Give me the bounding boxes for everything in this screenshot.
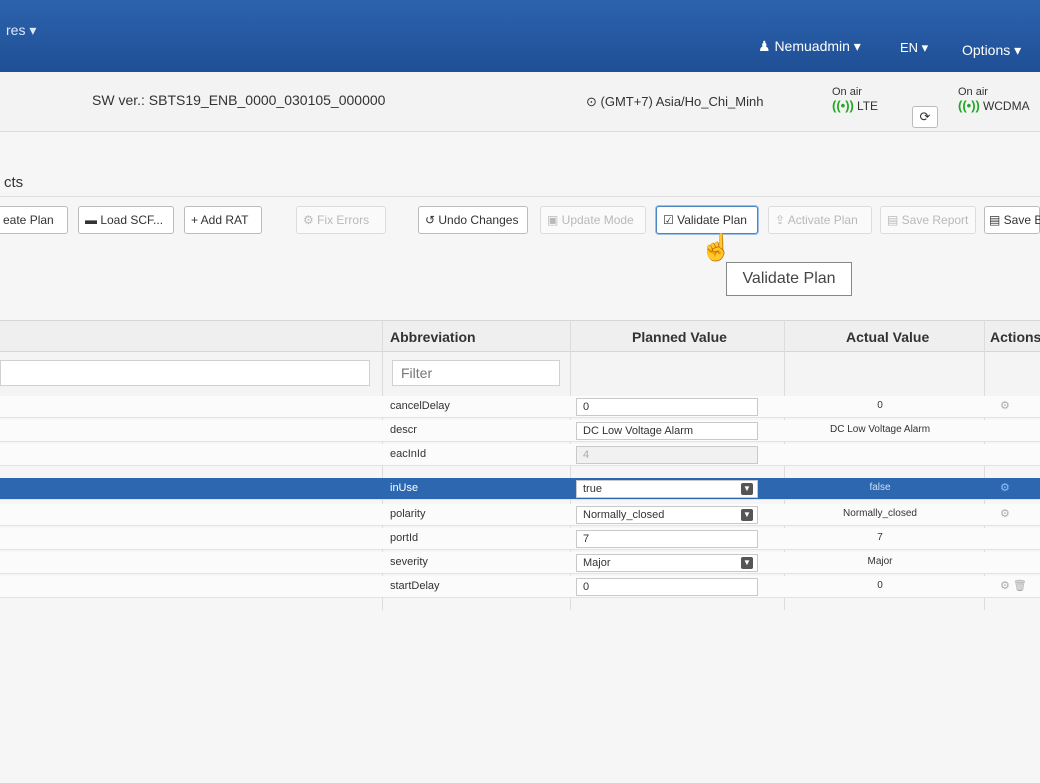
- table-row[interactable]: polarity Normally_closed ▼ Normally_closed ⚙: [0, 504, 1040, 526]
- lte-onair-label: On air: [832, 86, 862, 98]
- planned-value-input[interactable]: 0: [576, 398, 758, 416]
- filter-row: Filter: [0, 352, 1040, 402]
- actual-value: Major: [867, 556, 893, 567]
- table-row[interactable]: descr DC Low Voltage Alarm DC Low Voltage …: [0, 420, 1040, 442]
- table-row[interactable]: inUse true ▼ false ⚙: [0, 478, 1040, 500]
- user-menu[interactable]: ♟ Nemuadmin ▾: [758, 38, 861, 55]
- validate-plan-tooltip: Validate Plan: [726, 262, 852, 296]
- table-row[interactable]: eacInId 4: [0, 444, 1040, 466]
- load-scf-button[interactable]: ▬ Load SCF...: [78, 206, 174, 234]
- actual-value: 0: [877, 580, 883, 591]
- undo-changes-button[interactable]: ↺ Undo Changes: [418, 206, 528, 234]
- row-action-icons[interactable]: ⚙: [1000, 399, 1010, 412]
- row-action-icons[interactable]: ⚙ 🗑: [1000, 579, 1027, 592]
- header-abbreviation[interactable]: Abbreviation: [390, 329, 476, 345]
- lte-status: On air ((•)) LTE: [832, 86, 878, 113]
- row-action-icons[interactable]: ⚙: [1000, 507, 1010, 520]
- section-title: cts: [4, 174, 24, 191]
- sw-version: SW ver.: SBTS19_ENB_0000_030105_000000: [92, 92, 386, 108]
- table-row[interactable]: cancelDelay 0 0 ⚙: [0, 396, 1040, 418]
- row-abbreviation: polarity: [390, 508, 426, 520]
- header-actions: Actions: [990, 329, 1040, 345]
- planned-value-input: 4: [576, 446, 758, 464]
- save-report-button[interactable]: ▤ Save Report: [880, 206, 976, 234]
- row-abbreviation: cancelDelay: [390, 400, 450, 412]
- activate-plan-button[interactable]: ⇪ Activate Plan: [768, 206, 872, 234]
- dropdown-caret-icon[interactable]: ▼: [741, 509, 753, 521]
- actual-value: 0: [877, 400, 883, 411]
- row-abbreviation: portId: [390, 532, 419, 544]
- actual-value: Normally_closed: [843, 508, 917, 519]
- name-filter-input[interactable]: [0, 360, 370, 386]
- timezone: ⊙ (GMT+7) Asia/Ho_Chi_Minh: [586, 94, 764, 109]
- planned-value-input[interactable]: DC Low Voltage Alarm: [576, 422, 758, 440]
- row-abbreviation: eacInId: [390, 448, 427, 460]
- table-row[interactable]: startDelay 0 0 ⚙ 🗑: [0, 576, 1040, 598]
- row-action-icons[interactable]: ⚙: [1000, 481, 1010, 494]
- save-button[interactable]: ▤ Save B: [984, 206, 1040, 234]
- refresh-icon: ⟳: [919, 109, 931, 124]
- actual-value: 7: [877, 532, 883, 543]
- planned-value-text: 7: [583, 533, 590, 545]
- planned-value-text: 0: [583, 581, 590, 593]
- create-plan-button[interactable]: eate Plan: [0, 206, 68, 234]
- actual-value: DC Low Voltage Alarm: [829, 424, 931, 435]
- wcdma-onair-label: On air: [958, 86, 988, 98]
- planned-value-text: true: [583, 483, 602, 495]
- table-header: Abbreviation Planned Value Actual Value …: [0, 320, 1040, 352]
- row-abbreviation: inUse: [390, 482, 419, 494]
- planned-value-text: DC Low Voltage Alarm: [583, 425, 694, 437]
- top-navbar: res ▾ ♟ Nemuadmin ▾ EN ▾ Options ▾: [0, 0, 1040, 72]
- refresh-button[interactable]: ⟳: [912, 106, 938, 128]
- wcdma-rat: WCDMA: [982, 99, 1030, 113]
- row-abbreviation: descr: [390, 424, 417, 436]
- info-bar: SW ver.: SBTS19_ENB_0000_030105_000000 ⊙…: [0, 72, 1040, 132]
- dropdown-caret-icon[interactable]: ▼: [741, 483, 753, 495]
- planned-value-input[interactable]: 7: [576, 530, 758, 548]
- planned-value-text: 4: [583, 449, 590, 461]
- validate-plan-button[interactable]: ☑ Validate Plan: [656, 206, 758, 234]
- language-menu[interactable]: EN ▾: [900, 40, 928, 56]
- planned-value-input[interactable]: 0: [576, 578, 758, 596]
- planned-value-select[interactable]: Major ▼: [576, 554, 758, 572]
- header-actual-value[interactable]: Actual Value: [846, 329, 929, 345]
- wcdma-status: On air ((•)) WCDMA: [958, 86, 1030, 113]
- add-rat-button[interactable]: + Add RAT: [184, 206, 262, 234]
- row-abbreviation: severity: [390, 556, 428, 568]
- header-planned-value[interactable]: Planned Value: [632, 329, 727, 345]
- menu-features[interactable]: res ▾: [6, 22, 36, 39]
- planned-value-select[interactable]: true ▼: [576, 480, 758, 498]
- fix-errors-button[interactable]: ⚙ Fix Errors: [296, 206, 386, 234]
- planned-value-text: Normally_closed: [583, 509, 665, 521]
- section-divider: [0, 196, 1040, 197]
- dropdown-caret-icon[interactable]: ▼: [741, 557, 753, 569]
- planned-value-text: 0: [583, 401, 590, 413]
- abbreviation-filter-input[interactable]: Filter: [392, 360, 560, 386]
- hand-cursor-icon: ☝: [700, 232, 733, 262]
- planned-value-select[interactable]: Normally_closed ▼: [576, 506, 758, 524]
- actual-value: false: [869, 482, 891, 493]
- table-row[interactable]: portId 7 7: [0, 528, 1040, 550]
- wcdma-signal-icon: ((•)): [958, 98, 980, 113]
- update-mode-button[interactable]: ▣ Update Mode: [540, 206, 646, 234]
- planned-value-text: Major: [583, 557, 611, 569]
- options-menu[interactable]: Options ▾: [962, 42, 1021, 59]
- lte-signal-icon: ((•)): [832, 98, 854, 113]
- lte-rat: LTE: [856, 99, 879, 113]
- row-abbreviation: startDelay: [390, 580, 440, 592]
- table-row[interactable]: severity Major ▼ Major: [0, 552, 1040, 574]
